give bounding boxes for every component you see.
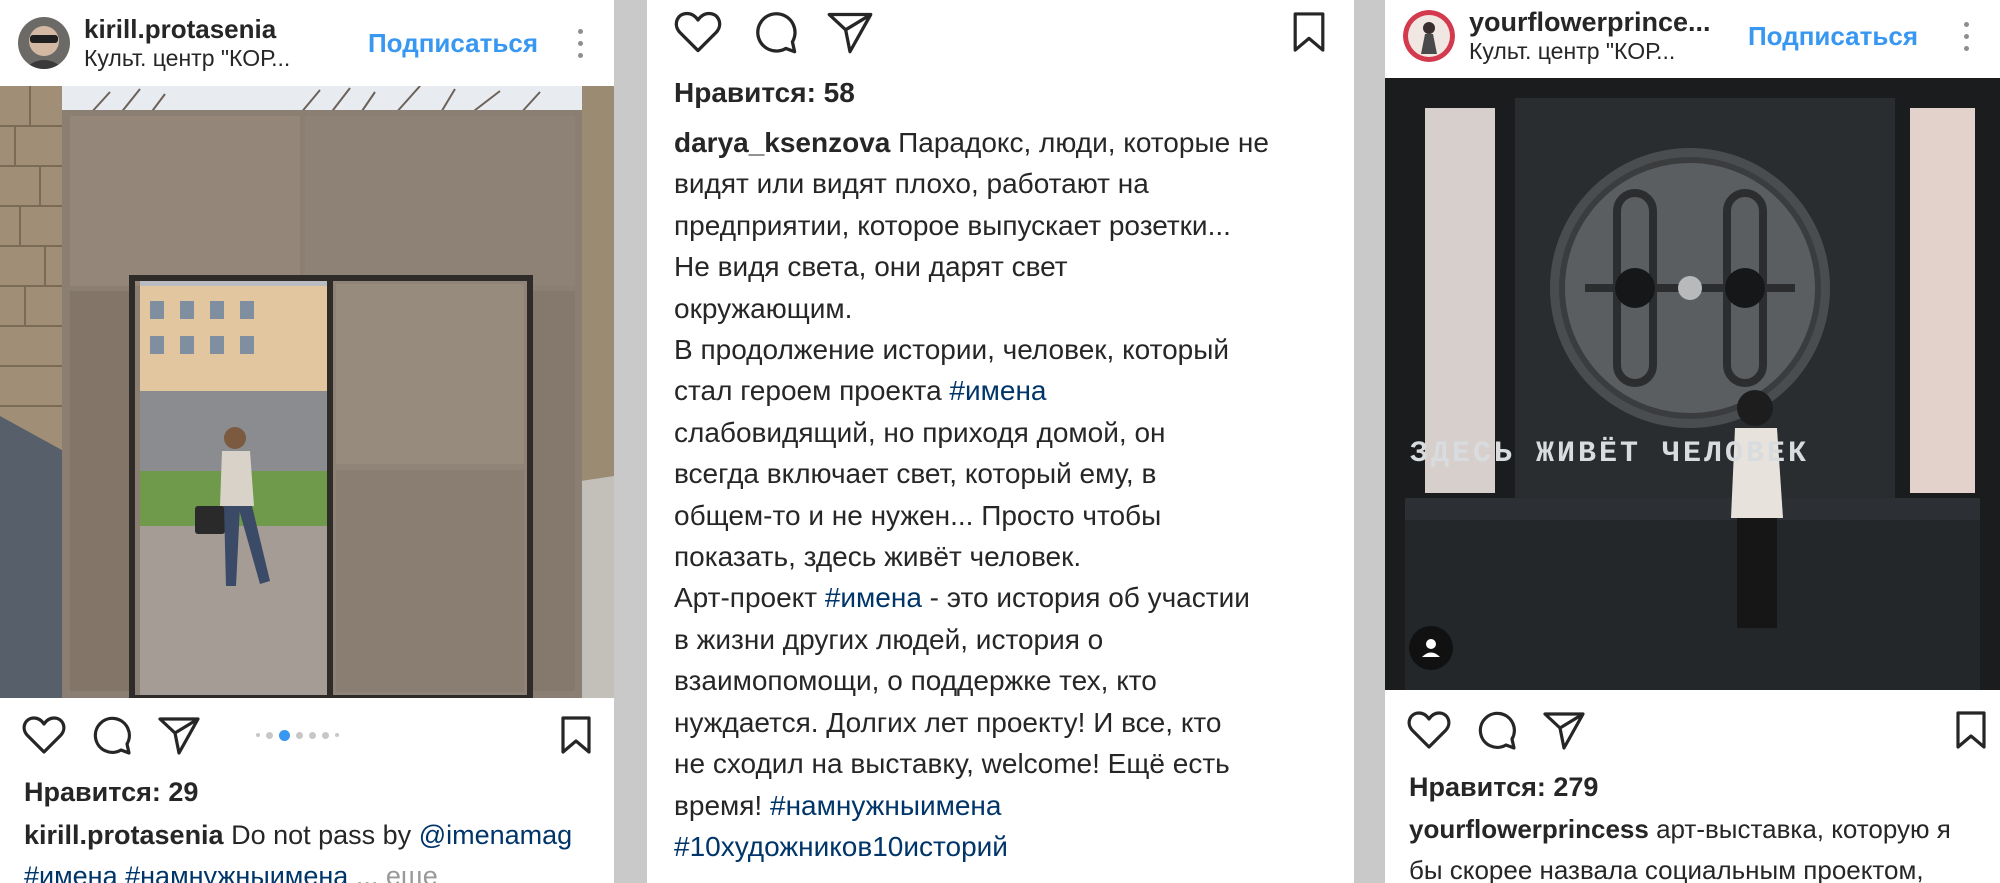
- caption-line: Арт-проект #имена - это история об участ…: [674, 577, 1344, 618]
- caption-line: всегда включает свет, который ему, в: [674, 458, 1157, 490]
- more-icon[interactable]: [1946, 21, 1986, 51]
- bookmark-icon[interactable]: [1292, 10, 1326, 54]
- caption-line: видят или видят плохо, работают на: [674, 168, 1149, 200]
- bookmark-icon[interactable]: [1955, 710, 1987, 750]
- caption-line: В продолжение истории, человек, который: [674, 334, 1230, 366]
- post-photo[interactable]: ЗДЕСЬ ЖИВЁТ ЧЕЛОВЕК: [1385, 78, 2000, 690]
- bookmark-icon[interactable]: [560, 715, 592, 755]
- caption-text: арт-выставка, которую я: [1648, 814, 1951, 844]
- hashtag-link[interactable]: #10художников10историй: [674, 831, 1008, 862]
- location[interactable]: Культ. центр "КОР...: [1469, 38, 1748, 66]
- caption-username[interactable]: yourflowerprincess: [1409, 814, 1649, 844]
- caption-text: Do not pass by: [223, 820, 419, 850]
- ellipsis: ...: [348, 861, 386, 883]
- caption-line: общем-то и не нужен... Просто чтобы: [674, 499, 1162, 531]
- username[interactable]: kirill.protasenia: [84, 14, 368, 45]
- post-yourflowerprincess: yourflowerprince... Культ. центр "КОР...…: [1385, 0, 2000, 883]
- carousel-dot: [322, 731, 329, 739]
- caption-line: #10художников10историй: [674, 826, 1344, 867]
- carousel-dot: [296, 731, 303, 739]
- action-bar: [647, 7, 1354, 57]
- mention-link[interactable]: @imenamag: [419, 820, 572, 850]
- caption-line: в жизни других людей, история о: [674, 623, 1104, 655]
- hashtag-link[interactable]: #намнужныимена: [125, 861, 348, 883]
- share-icon[interactable]: [157, 715, 201, 755]
- caption-line: kirill.protasenia Do not pass by @imenam…: [24, 815, 604, 856]
- caption-line: darya_ksenzova Парадокс, люди, которые н…: [674, 122, 1344, 163]
- heart-icon[interactable]: [1407, 710, 1451, 750]
- caption-username[interactable]: kirill.protasenia: [24, 820, 224, 850]
- caption: darya_ksenzova Парадокс, люди, которые н…: [674, 122, 1344, 867]
- caption-line: предприятии, которое выпускает розетки..…: [674, 209, 1231, 241]
- post-kirill: kirill.protasenia Культ. центр "КОР... П…: [0, 0, 614, 883]
- more-link[interactable]: еще: [386, 861, 438, 883]
- comment-icon[interactable]: [91, 714, 133, 756]
- heart-icon[interactable]: [22, 715, 66, 755]
- caption-line: слабовидящий, но приходя домой, он: [674, 416, 1166, 448]
- caption-username[interactable]: darya_ksenzova: [674, 127, 890, 158]
- caption: kirill.protasenia Do not pass by @imenam…: [24, 815, 604, 883]
- caption-line: бы скорее назвала социальным проектом,: [1409, 855, 1924, 883]
- heart-icon[interactable]: [674, 10, 722, 54]
- post-header-text: kirill.protasenia Культ. центр "КОР...: [84, 14, 368, 73]
- caption-line: yourflowerprincess арт-выставка, которую…: [1409, 809, 1994, 850]
- caption-line: взаимопомощи, о поддержке тех, кто: [674, 665, 1157, 697]
- likes-count[interactable]: Нравится: 29: [24, 777, 198, 808]
- caption-line: показать, здесь живёт человек.: [674, 541, 1082, 573]
- action-bar: [0, 710, 614, 760]
- location[interactable]: Культ. центр "КОР...: [84, 45, 368, 73]
- caption-text: стал героем проекта: [674, 375, 950, 407]
- caption-text: Парадокс, люди, которые не: [890, 127, 1269, 158]
- hashtag-link[interactable]: #имена: [949, 375, 1046, 406]
- caption-line: не сходил на выставку, welcome! Ещё есть: [674, 748, 1230, 780]
- caption-line: стал героем проекта #имена: [674, 370, 1344, 411]
- share-icon[interactable]: [1542, 710, 1586, 750]
- caption-line: #имена #намнужныимена ... еще: [24, 856, 604, 883]
- carousel-dot: [335, 733, 339, 737]
- hashtag-link[interactable]: #намнужныимена: [770, 790, 1001, 821]
- caption: yourflowerprincess арт-выставка, которую…: [1409, 809, 1994, 883]
- post-photo[interactable]: [0, 86, 614, 698]
- comment-icon[interactable]: [1476, 709, 1518, 751]
- username[interactable]: yourflowerprince...: [1469, 6, 1748, 38]
- caption-text: Арт-проект: [674, 582, 825, 614]
- avatar[interactable]: [18, 17, 70, 69]
- share-icon[interactable]: [826, 10, 874, 54]
- post-header: yourflowerprince... Культ. центр "КОР...…: [1385, 0, 2000, 72]
- carousel-dot: [309, 731, 316, 739]
- carousel-dot: [266, 731, 273, 739]
- avatar[interactable]: [1403, 10, 1455, 62]
- follow-button[interactable]: Подписаться: [368, 28, 538, 59]
- action-bar: [1385, 705, 2000, 755]
- user-tag-icon[interactable]: [1409, 626, 1453, 670]
- hashtag-link[interactable]: #имена: [825, 582, 922, 613]
- post-darya: Нравится: 58 darya_ksenzova Парадокс, лю…: [647, 0, 1354, 883]
- follow-button[interactable]: Подписаться: [1748, 21, 1918, 52]
- post-header-text: yourflowerprince... Культ. центр "КОР...: [1469, 6, 1748, 66]
- caption-line: Не видя света, они дарят свет: [674, 251, 1068, 283]
- comment-icon[interactable]: [753, 9, 799, 55]
- carousel-indicator: [256, 729, 339, 741]
- photo-sign-text: ЗДЕСЬ ЖИВЁТ ЧЕЛОВЕК: [1410, 436, 1809, 471]
- caption-line: окружающим.: [674, 292, 853, 324]
- caption-line: нуждается. Долгих лет проекту! И все, кт…: [674, 706, 1222, 738]
- post-header: kirill.protasenia Культ. центр "КОР... П…: [0, 0, 614, 86]
- carousel-dot: [256, 733, 260, 737]
- hashtag-link[interactable]: #имена: [24, 861, 118, 883]
- caption-text: - это история об участии: [921, 582, 1250, 614]
- caption-text: время!: [674, 789, 770, 821]
- carousel-dot-active: [279, 729, 290, 741]
- more-icon[interactable]: [560, 28, 600, 58]
- likes-count[interactable]: Нравится: 58: [674, 77, 855, 109]
- likes-count[interactable]: Нравится: 279: [1409, 772, 1598, 803]
- caption-line: время! #намнужныимена: [674, 785, 1344, 826]
